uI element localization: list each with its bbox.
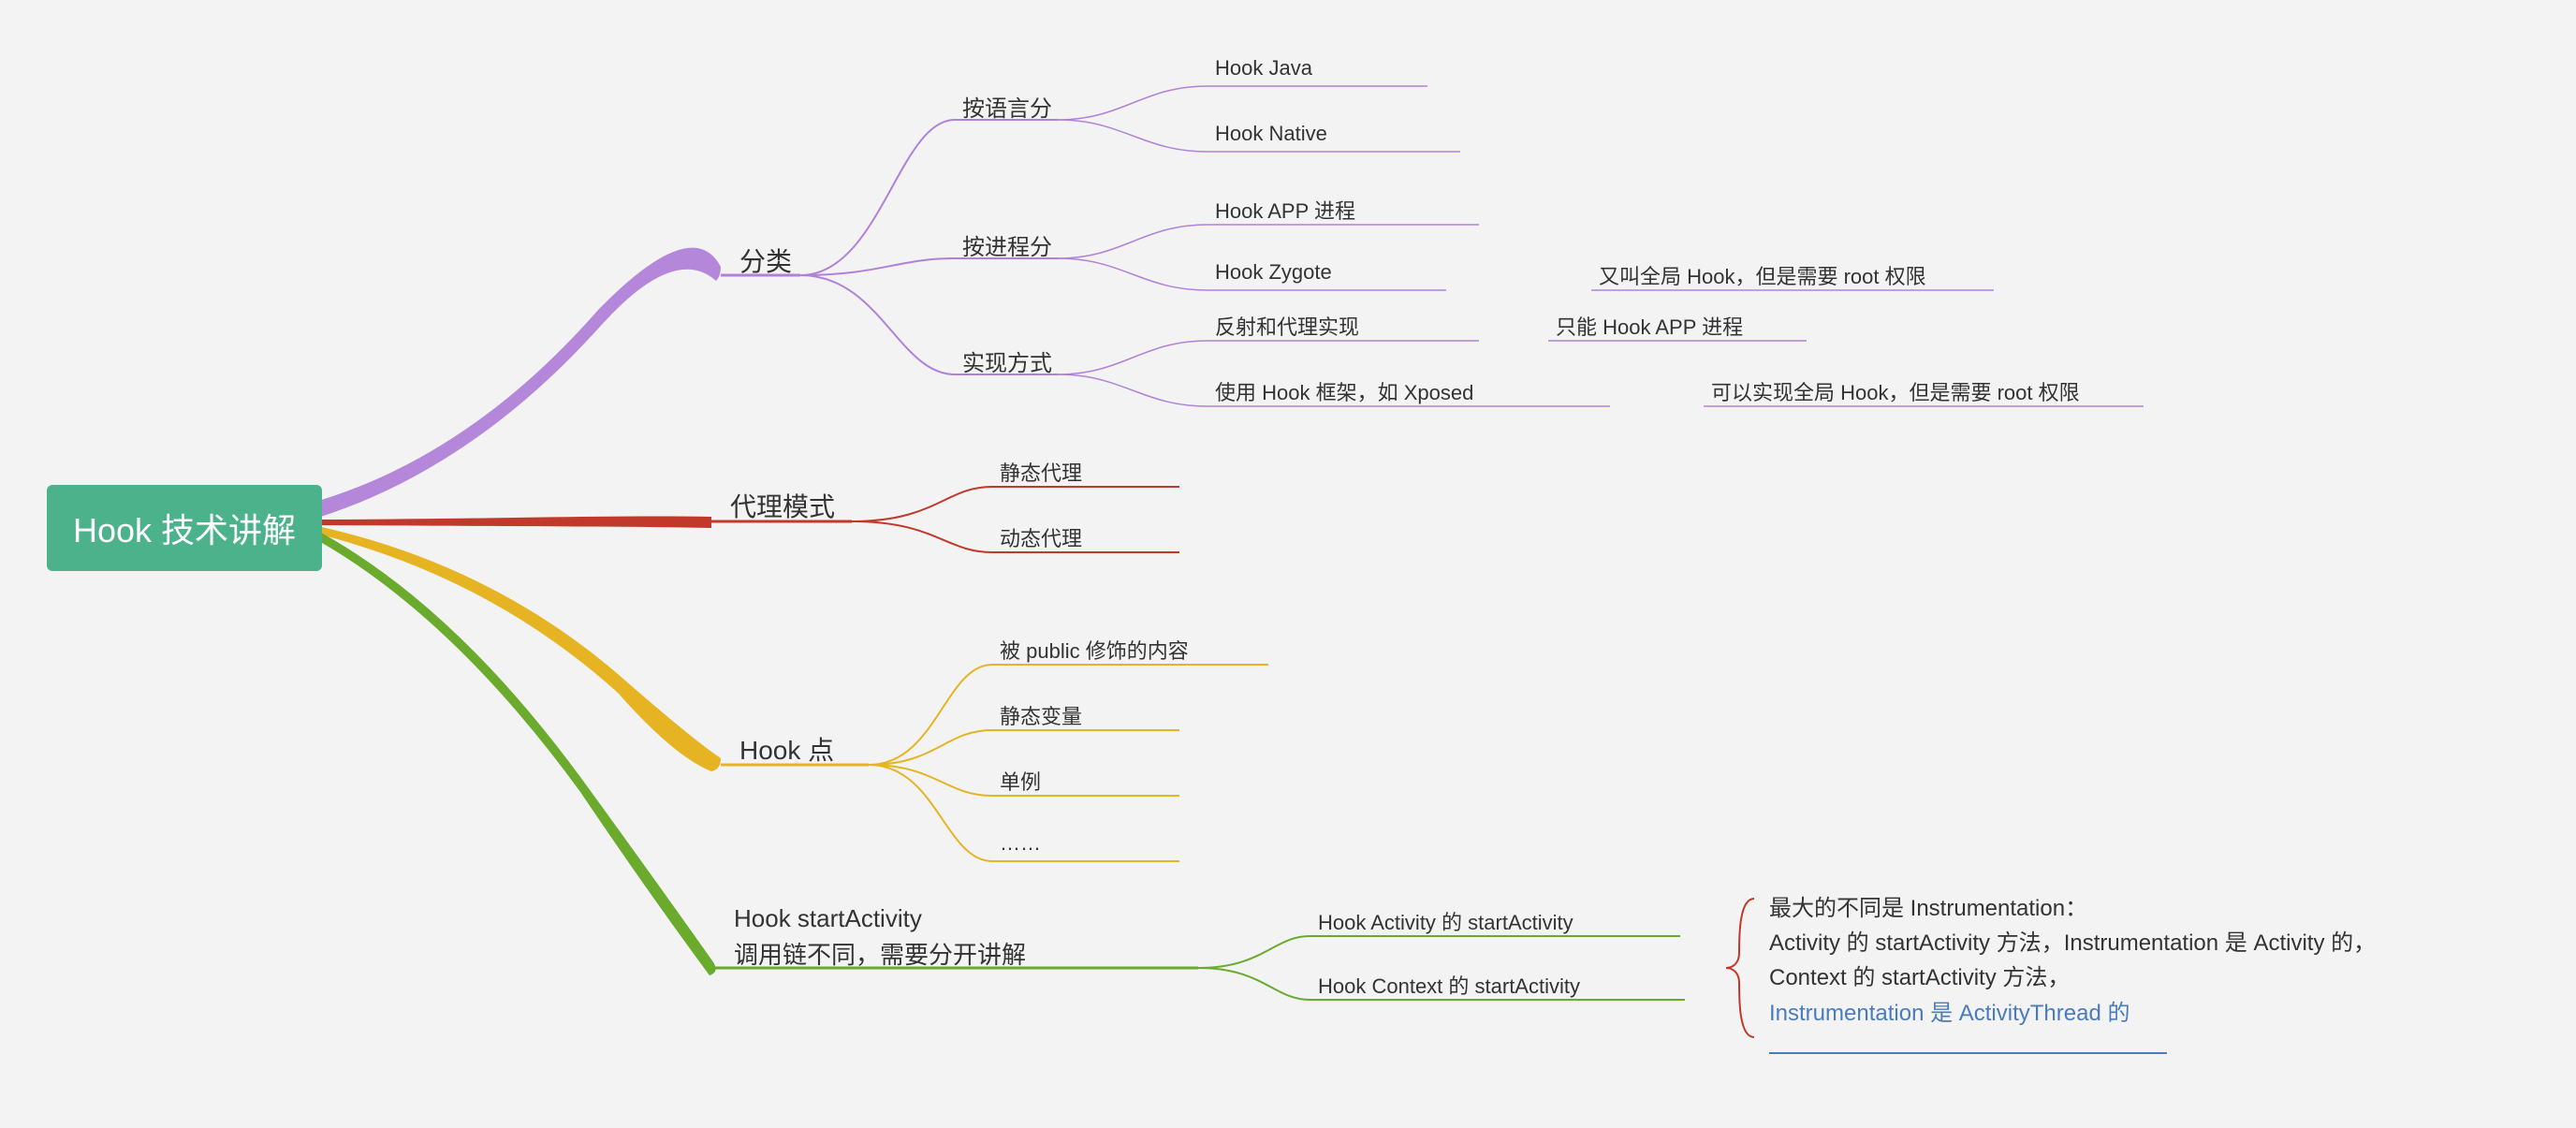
node-ellipsis[interactable]: …… <box>1000 831 1041 856</box>
node-proxy-pattern[interactable]: 代理模式 <box>730 487 835 524</box>
node-hook-zygote-note[interactable]: 又叫全局 Hook，但是需要 root 权限 <box>1599 260 1926 290</box>
node-hook-startactivity[interactable]: Hook startActivity 调用链不同，需要分开讲解 <box>734 901 1202 974</box>
root-title: Hook 技术讲解 <box>73 511 296 549</box>
node-hook-zygote[interactable]: Hook Zygote <box>1215 260 1332 285</box>
node-hook-activity-start[interactable]: Hook Activity 的 startActivity <box>1318 906 1573 936</box>
node-reflect-proxy-note[interactable]: 只能 Hook APP 进程 <box>1556 311 1743 341</box>
node-hook-framework-note[interactable]: 可以实现全局 Hook，但是需要 root 权限 <box>1711 376 2080 406</box>
node-hook-point[interactable]: Hook 点 <box>739 730 834 768</box>
node-static-var[interactable]: 静态变量 <box>1000 700 1082 730</box>
node-hook-framework[interactable]: 使用 Hook 框架，如 Xposed <box>1215 376 1473 406</box>
annotation-instrumentation: 最大的不同是 Instrumentation： Activity 的 start… <box>1769 891 2565 1031</box>
node-by-process[interactable]: 按进程分 <box>962 228 1052 261</box>
branch-purple-root <box>309 248 721 520</box>
branch-yellow-root <box>309 524 721 771</box>
node-dynamic-proxy[interactable]: 动态代理 <box>1000 522 1082 552</box>
node-hook-context-start[interactable]: Hook Context 的 startActivity <box>1318 970 1580 1000</box>
node-static-proxy[interactable]: 静态代理 <box>1000 457 1082 487</box>
node-classification[interactable]: 分类 <box>739 242 792 279</box>
annotation-brace <box>1726 899 1754 1037</box>
branch-green-root <box>309 526 716 975</box>
node-by-language[interactable]: 按语言分 <box>962 90 1052 123</box>
mindmap-canvas: Hook 技术讲解 分类 按语言分 Hook Java Hook Native … <box>0 0 2576 1128</box>
node-hook-native[interactable]: Hook Native <box>1215 122 1327 146</box>
node-public-content[interactable]: 被 public 修饰的内容 <box>1000 635 1189 665</box>
node-reflect-proxy[interactable]: 反射和代理实现 <box>1215 311 1359 341</box>
branch-red-root <box>309 517 711 528</box>
node-impl-method[interactable]: 实现方式 <box>962 344 1052 377</box>
node-hook-app-process[interactable]: Hook APP 进程 <box>1215 195 1355 225</box>
node-hook-java[interactable]: Hook Java <box>1215 56 1312 81</box>
root-node[interactable]: Hook 技术讲解 <box>47 485 322 571</box>
node-singleton[interactable]: 单例 <box>1000 766 1041 796</box>
